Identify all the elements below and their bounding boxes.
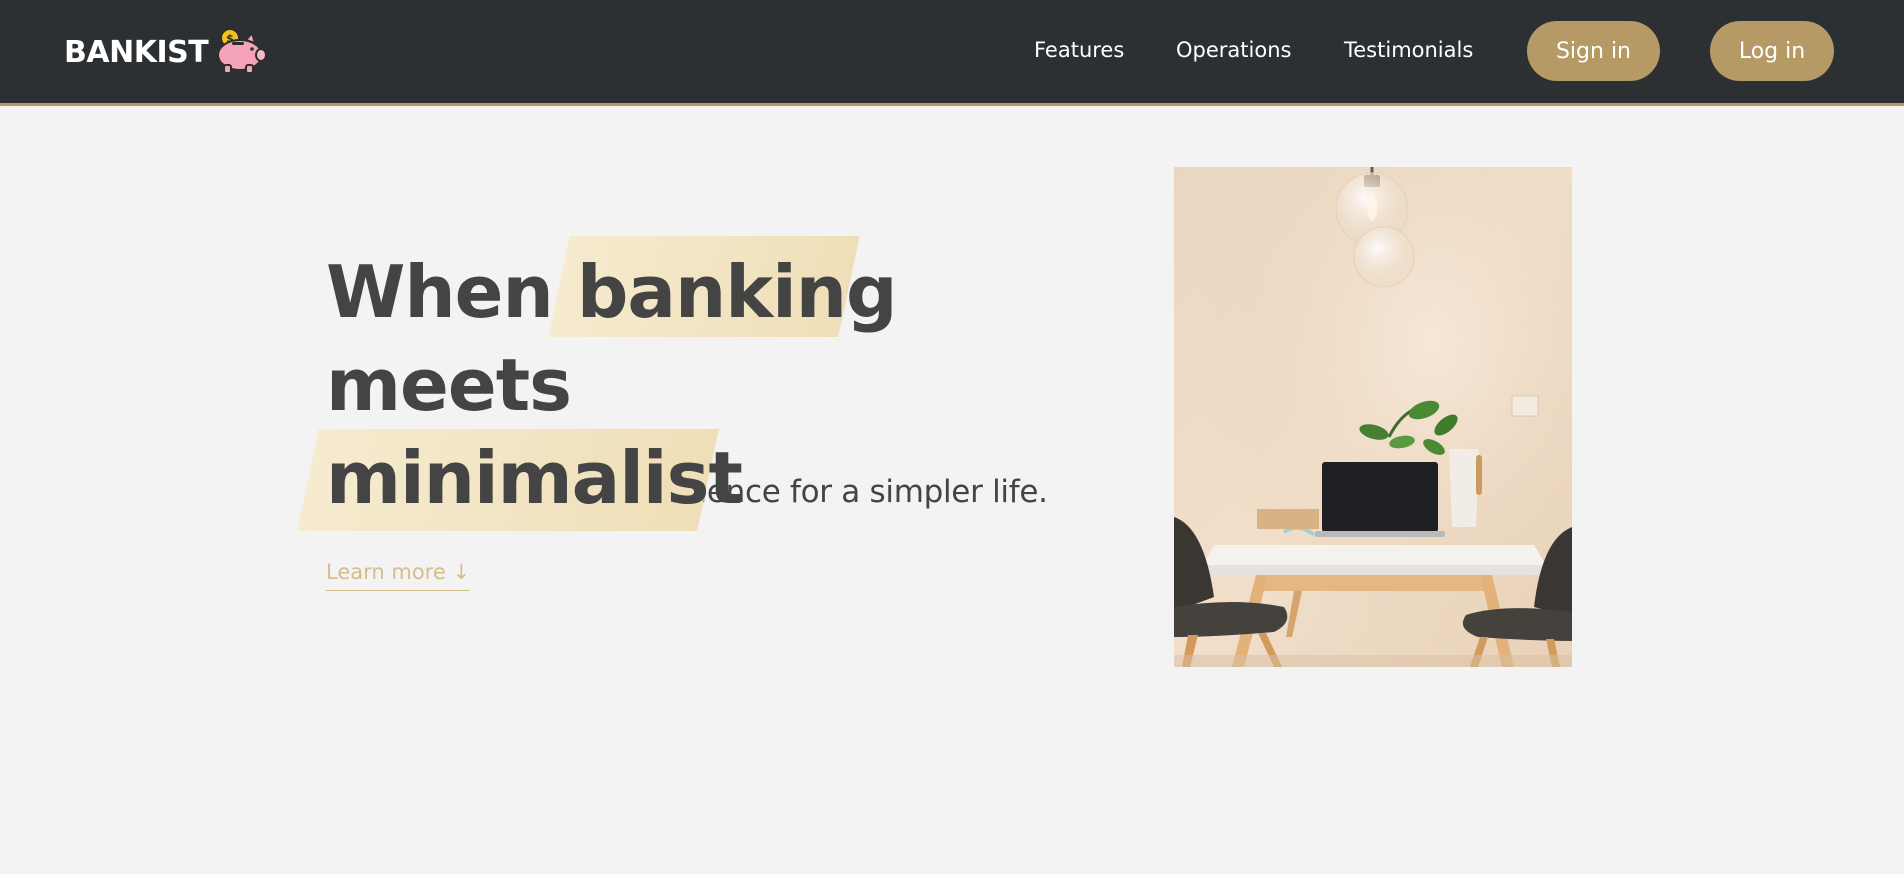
piggy-bank-icon: $ (217, 28, 268, 74)
hero-title-highlight-1: banking (576, 250, 898, 334)
hero-title-suffix: meets (326, 343, 572, 427)
hero-highlight-minimalist: minimalist (297, 429, 743, 531)
brand-name: BANKIST (64, 34, 209, 70)
desk-photo-illustration (1174, 167, 1572, 667)
learn-more-link[interactable]: Learn more ↓ (326, 560, 471, 591)
hero-highlight-banking: banking (548, 236, 898, 339)
nav-link-features[interactable]: Features (1034, 38, 1124, 62)
hero-title-highlight-2: minimalist (326, 436, 743, 520)
hero-title-prefix: When (326, 250, 577, 334)
log-in-button[interactable]: Log in (1710, 21, 1834, 81)
nav-link-testimonials[interactable]: Testimonials (1344, 38, 1473, 62)
brand-logo[interactable]: BANKIST $ (64, 28, 268, 75)
top-nav: BANKIST $ Features Operations Testimonia… (0, 0, 1904, 106)
nav-link-operations[interactable]: Operations (1176, 38, 1291, 62)
sign-in-button[interactable]: Sign in (1527, 21, 1660, 81)
